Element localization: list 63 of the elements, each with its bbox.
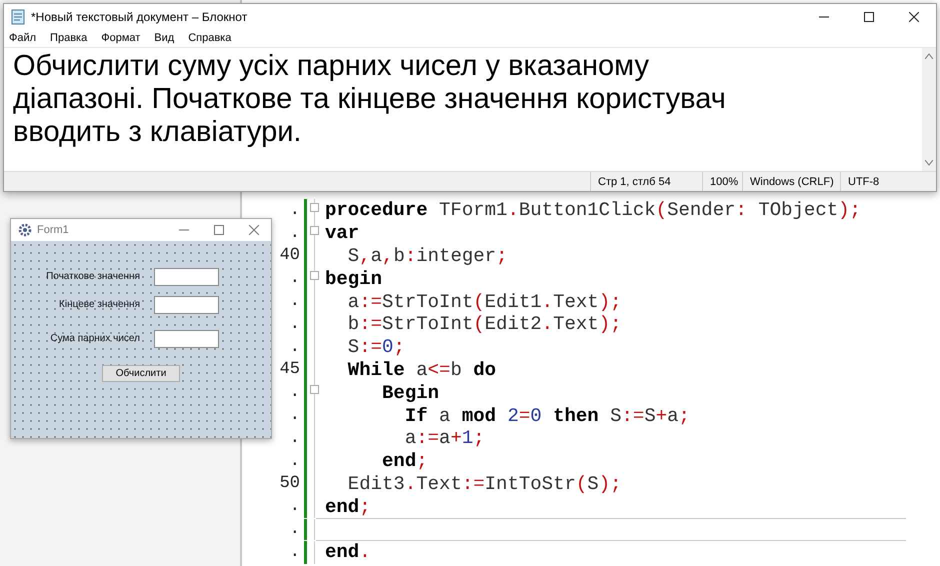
line-number: 50	[280, 474, 300, 494]
line-marker: .	[290, 292, 300, 312]
line-marker: .	[290, 542, 300, 562]
scrollbar[interactable]	[922, 48, 936, 171]
line-marker: .	[290, 428, 300, 448]
code-line: S:=0;	[346, 336, 405, 358]
line-marker: .	[290, 269, 300, 288]
calculate-button[interactable]: Обчислити	[102, 365, 180, 382]
status-text: Стр 1, стлб 54	[590, 172, 702, 191]
line-marker: .	[290, 224, 300, 243]
input-field[interactable]	[154, 268, 219, 286]
line-marker: .	[290, 338, 300, 357]
close-icon[interactable]	[909, 12, 919, 22]
input-field[interactable]	[154, 296, 219, 314]
menu-item[interactable]: Справка	[188, 32, 232, 44]
fold-icon[interactable]	[310, 385, 319, 394]
document-text: діапазоні. Початкове та кінцеве значення користувач	[13, 83, 727, 116]
window-title: *Новый текстовый документ – Блокнот	[31, 10, 248, 24]
code-line: b:=StrToInt(Edit2.Text);	[346, 313, 622, 336]
code-line: a:=StrToInt(Edit1.Text);	[346, 290, 622, 313]
code-line: a:=a+1;	[404, 427, 485, 450]
line-marker: .	[290, 314, 300, 334]
code-line: Begin	[381, 382, 440, 404]
menu-item[interactable]: Формат	[101, 32, 140, 44]
line-marker: .	[290, 497, 300, 516]
line-marker: .	[290, 383, 300, 402]
line-marker: .	[290, 520, 300, 540]
code-line: end;	[325, 496, 371, 518]
menu-item[interactable]: Файл	[9, 32, 36, 44]
code-line: S,a,b:integer;	[346, 244, 508, 267]
line-marker: .	[290, 452, 300, 471]
status-text: Windows (CRLF)	[742, 172, 840, 191]
code-line: While a<=b do	[346, 358, 496, 381]
document-text: Обчислити суму усіх парних чисел у вказаному	[13, 50, 650, 83]
menu-item[interactable]: Правка	[50, 32, 88, 44]
line-number: 40	[280, 246, 300, 266]
code-line: end.	[325, 541, 371, 564]
scroll-up-icon[interactable]	[925, 53, 933, 59]
menu-item[interactable]: Вид	[154, 32, 174, 44]
fold-icon[interactable]	[310, 203, 319, 212]
status-text: UTF-8	[840, 172, 936, 191]
scroll-down-icon[interactable]	[925, 160, 933, 166]
fold-icon[interactable]	[310, 271, 319, 280]
field-label: Початкове значення	[45, 271, 140, 282]
status-text: 100%	[702, 172, 742, 191]
code-line: Edit3.Text:=IntToStr(S);	[346, 472, 622, 495]
line-number: 45	[280, 360, 300, 380]
code-line: begin	[325, 268, 382, 290]
line-marker: .	[290, 406, 300, 426]
code-line: end;	[381, 450, 428, 472]
code-line: If a mod 2=0 then S:=S+a;	[404, 404, 690, 427]
code-line: procedure TForm1.Button1Click(Sender: TObject);	[325, 199, 861, 222]
maximize-icon[interactable]	[864, 12, 874, 22]
notepad-icon	[10, 8, 26, 24]
fold-icon[interactable]	[310, 226, 319, 235]
document-text: вводить з клавіатури.	[13, 116, 302, 149]
field-label: Сума парних чисел	[49, 333, 140, 344]
field-label: Кінцеве значення	[58, 299, 140, 310]
code-line: var	[325, 222, 360, 244]
gear-icon	[18, 223, 32, 237]
window-title: Form1	[37, 224, 69, 236]
input-field[interactable]	[154, 330, 219, 348]
line-marker: .	[290, 200, 300, 220]
